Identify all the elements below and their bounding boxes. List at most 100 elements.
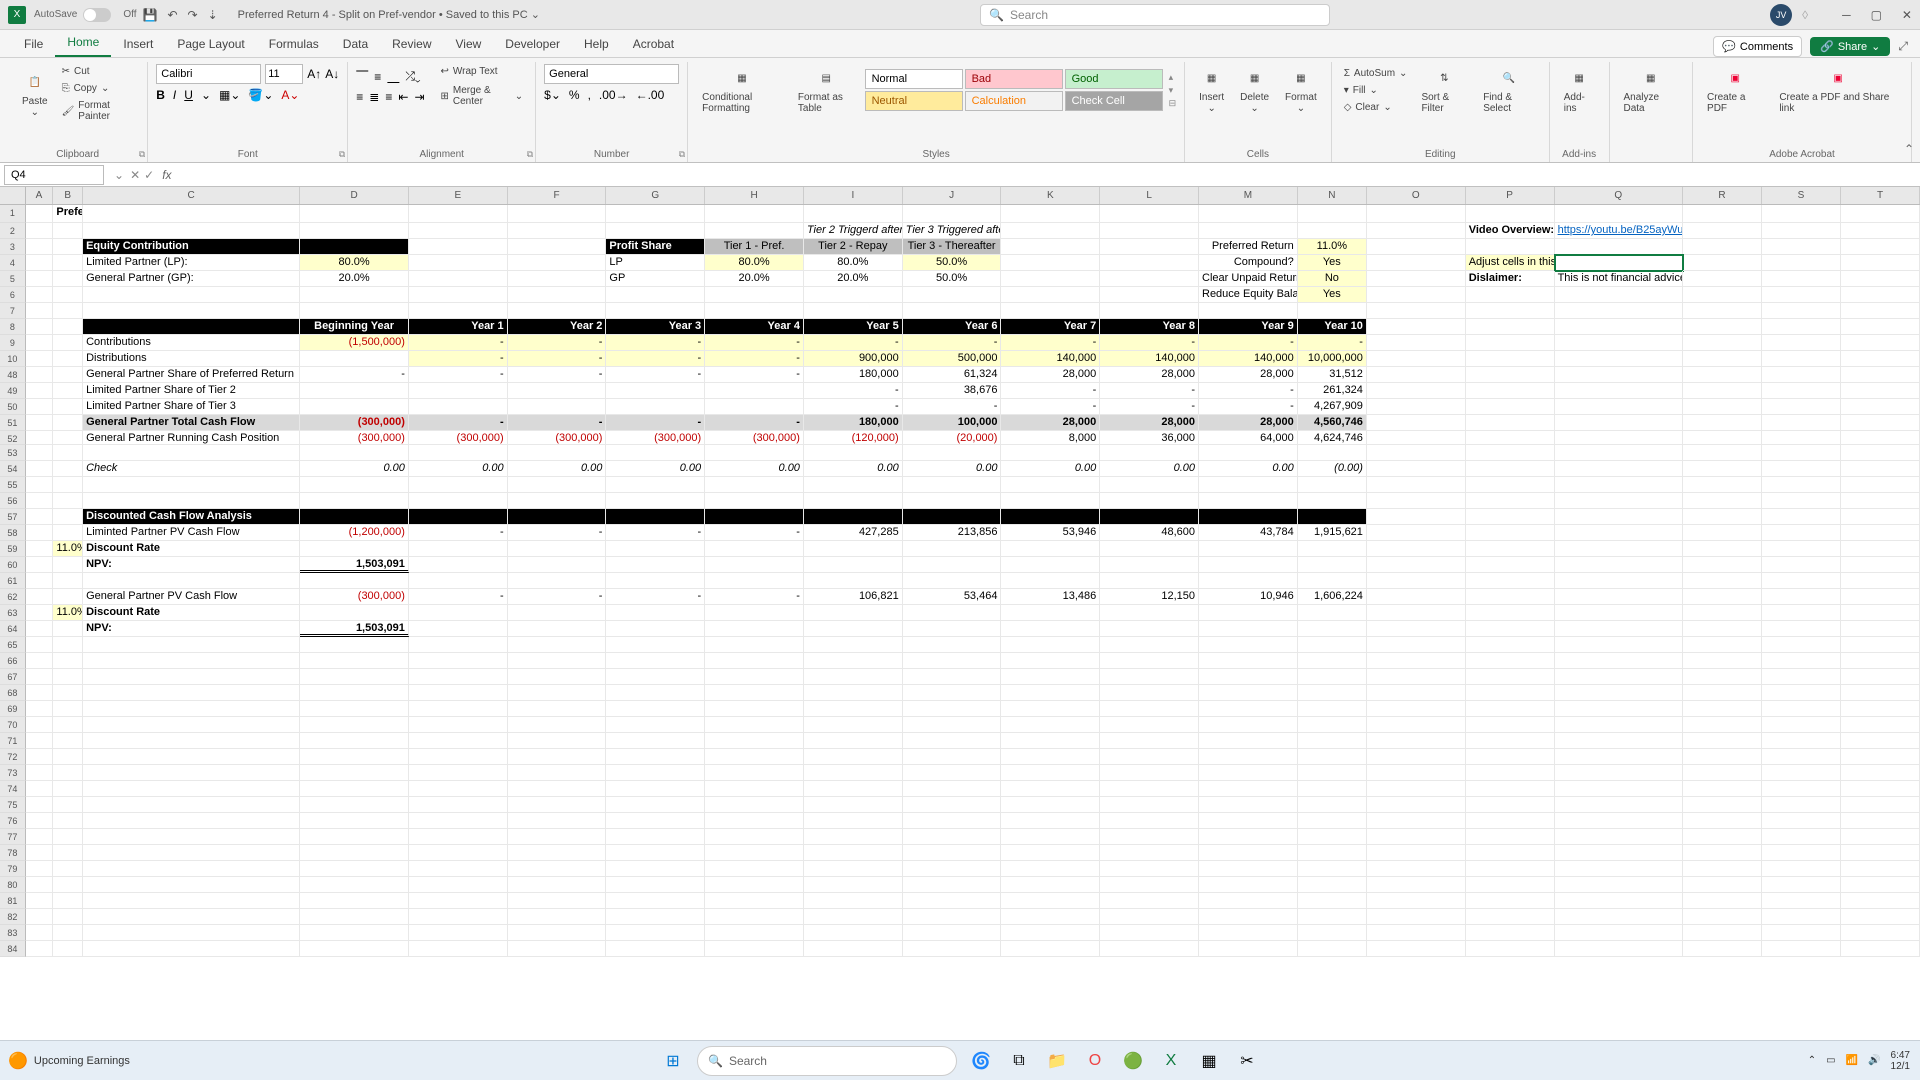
chrome-icon[interactable]: 🟢: [1119, 1047, 1147, 1075]
cell[interactable]: [606, 477, 705, 493]
cell[interactable]: [606, 621, 705, 637]
cell[interactable]: Reduce Equity Balance with Profit Share?: [1199, 287, 1298, 303]
cell[interactable]: [300, 303, 409, 319]
cell[interactable]: [1298, 223, 1367, 239]
cell[interactable]: [53, 461, 83, 477]
cell[interactable]: [300, 861, 409, 877]
collapse-ribbon-icon[interactable]: ⌃: [1904, 142, 1914, 156]
decrease-decimal-icon[interactable]: ←.00: [636, 88, 665, 102]
save-icon[interactable]: 💾: [143, 8, 158, 22]
alignment-dialog-icon[interactable]: ⧉: [527, 149, 533, 160]
cell[interactable]: [1762, 573, 1841, 589]
cell[interactable]: [1001, 477, 1100, 493]
cell[interactable]: 0.00: [1100, 461, 1199, 477]
cell[interactable]: [1841, 525, 1920, 541]
cell[interactable]: [1199, 573, 1298, 589]
cell[interactable]: -: [409, 415, 508, 431]
row-header[interactable]: 51: [0, 415, 26, 431]
cell[interactable]: -: [705, 351, 804, 367]
cell[interactable]: [804, 493, 903, 509]
cell[interactable]: [26, 589, 54, 605]
cell[interactable]: [1367, 589, 1466, 605]
cell[interactable]: 140,000: [1199, 351, 1298, 367]
cell[interactable]: [606, 303, 705, 319]
cell[interactable]: Preferred Return Waterfall: [53, 205, 83, 223]
cell[interactable]: 0.00: [1001, 461, 1100, 477]
cell[interactable]: [606, 445, 705, 461]
decrease-indent-icon[interactable]: ⇤: [398, 90, 408, 104]
cell[interactable]: [1199, 829, 1298, 845]
cell[interactable]: [300, 653, 409, 669]
cell[interactable]: [508, 877, 607, 893]
cell[interactable]: [1555, 701, 1683, 717]
cell[interactable]: [26, 653, 54, 669]
cell[interactable]: [903, 749, 1002, 765]
cell[interactable]: [53, 351, 83, 367]
cell[interactable]: [1199, 205, 1298, 223]
cell[interactable]: [1100, 637, 1199, 653]
cell[interactable]: Profit Share: [606, 239, 705, 255]
cell[interactable]: [606, 829, 705, 845]
cell[interactable]: [26, 271, 54, 287]
cell[interactable]: [903, 445, 1002, 461]
row-header[interactable]: 76: [0, 813, 26, 829]
cell[interactable]: [1100, 573, 1199, 589]
cell[interactable]: [1683, 733, 1762, 749]
cell[interactable]: [804, 669, 903, 685]
cell[interactable]: [1466, 749, 1555, 765]
cell[interactable]: [508, 813, 607, 829]
cell[interactable]: [409, 303, 508, 319]
cell[interactable]: [508, 717, 607, 733]
cell[interactable]: [1100, 701, 1199, 717]
cell[interactable]: 106,821: [804, 589, 903, 605]
cell[interactable]: [1841, 445, 1920, 461]
row-header[interactable]: 75: [0, 797, 26, 813]
cell[interactable]: 80.0%: [300, 255, 409, 271]
cell[interactable]: [508, 893, 607, 909]
cell[interactable]: -: [409, 367, 508, 383]
cell[interactable]: [1683, 877, 1762, 893]
cell[interactable]: [1001, 925, 1100, 941]
cell[interactable]: -: [508, 335, 607, 351]
cell[interactable]: [1100, 717, 1199, 733]
cell[interactable]: [409, 829, 508, 845]
cell[interactable]: [83, 845, 300, 861]
cell[interactable]: [705, 845, 804, 861]
cell[interactable]: [1298, 861, 1367, 877]
cell[interactable]: [409, 541, 508, 557]
cell[interactable]: 213,856: [903, 525, 1002, 541]
cell[interactable]: [1001, 813, 1100, 829]
cell[interactable]: [1100, 605, 1199, 621]
autosave-toggle[interactable]: [83, 8, 111, 22]
cell[interactable]: [409, 477, 508, 493]
cell[interactable]: [409, 653, 508, 669]
cell[interactable]: [409, 383, 508, 399]
wrap-text-button[interactable]: ↩ Wrap Text: [437, 64, 528, 79]
cell[interactable]: [1001, 541, 1100, 557]
cell[interactable]: [606, 781, 705, 797]
cell[interactable]: [53, 335, 83, 351]
cell[interactable]: [1367, 415, 1466, 431]
share-button[interactable]: 🔗 Share ⌄: [1810, 37, 1890, 56]
minimize-icon[interactable]: ─: [1842, 8, 1851, 22]
cell[interactable]: [409, 685, 508, 701]
cell[interactable]: [1001, 685, 1100, 701]
cell[interactable]: [903, 669, 1002, 685]
cell[interactable]: 0.00: [705, 461, 804, 477]
cell[interactable]: [1199, 813, 1298, 829]
cell[interactable]: [409, 669, 508, 685]
cell[interactable]: [1367, 431, 1466, 445]
cell[interactable]: [1367, 685, 1466, 701]
cell[interactable]: [804, 877, 903, 893]
row-header[interactable]: 72: [0, 749, 26, 765]
cell[interactable]: [53, 765, 83, 781]
cell[interactable]: [1555, 653, 1683, 669]
cell[interactable]: [1555, 541, 1683, 557]
cell[interactable]: -: [705, 335, 804, 351]
cell[interactable]: [1466, 925, 1555, 941]
cell[interactable]: [1367, 845, 1466, 861]
cell[interactable]: [409, 781, 508, 797]
row-header[interactable]: 54: [0, 461, 26, 477]
cell[interactable]: -: [1100, 383, 1199, 399]
cell[interactable]: [1199, 797, 1298, 813]
